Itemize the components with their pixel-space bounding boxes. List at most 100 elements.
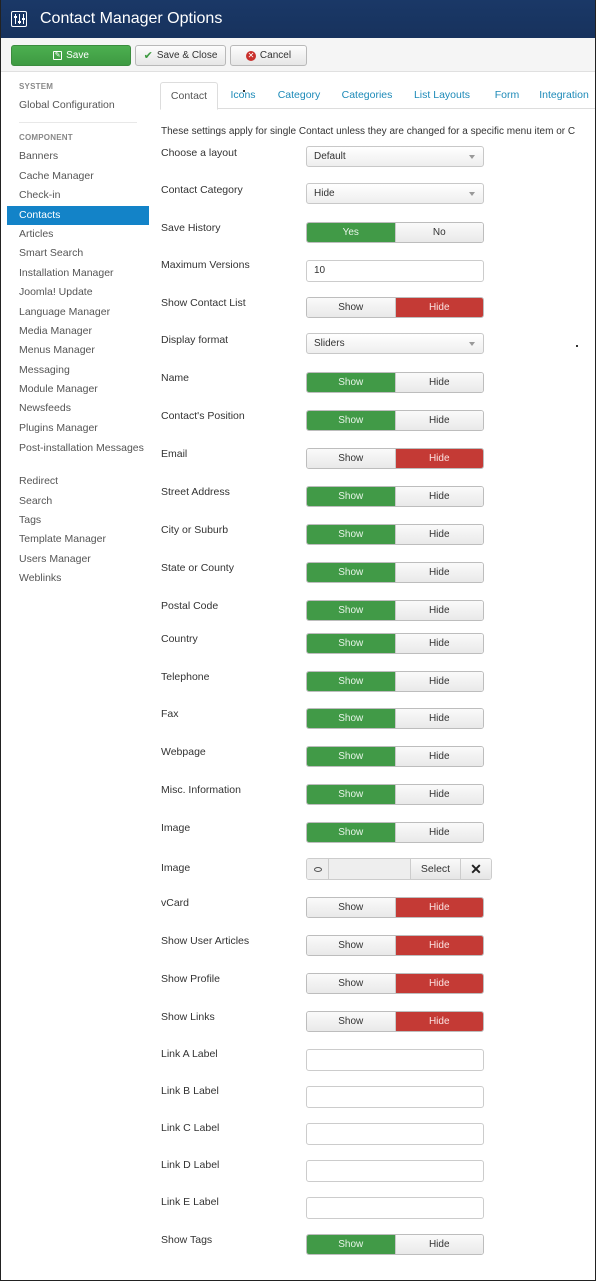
toggle-option-hide[interactable]: Hide (394, 298, 483, 317)
toggle-option-show[interactable]: Show (307, 709, 395, 728)
link-d-label-input[interactable] (306, 1160, 484, 1182)
sidebar-item-plugins-manager[interactable]: Plugins Manager (7, 419, 149, 438)
tab-list-layouts[interactable]: List Layouts (404, 82, 480, 109)
toggle-option-show[interactable]: Show (307, 634, 395, 653)
field-label: Contact Category (161, 184, 243, 196)
toggle-option-show[interactable]: Show (307, 936, 395, 955)
toggle-option-hide[interactable]: Hide (394, 898, 483, 917)
sidebar-item-articles[interactable]: Articles (7, 225, 149, 244)
toggle-option-show[interactable]: Show (307, 601, 395, 620)
select-image-button[interactable]: Select (410, 859, 460, 879)
toggle-option-hide[interactable]: Hide (394, 936, 483, 955)
tab-categories[interactable]: Categories (334, 82, 400, 109)
sidebar-item-global-configuration[interactable]: Global Configuration (7, 96, 149, 115)
sidebar-item-cache-manager[interactable]: Cache Manager (7, 167, 149, 186)
sidebar-item-users-manager[interactable]: Users Manager (7, 550, 149, 569)
toggle-option-show[interactable]: Show (307, 785, 395, 804)
toggle-option-show[interactable]: Show (307, 974, 395, 993)
sidebar-item-newsfeeds[interactable]: Newsfeeds (7, 399, 149, 418)
sidebar-item-banners[interactable]: Banners (7, 147, 149, 166)
tab-category[interactable]: Category (266, 82, 332, 109)
link-a-label-input[interactable] (306, 1049, 484, 1071)
choose-a-layout-select[interactable]: Default (306, 146, 484, 167)
toggle-option-hide[interactable]: Hide (394, 487, 483, 506)
telephone-toggle: Show Hide (306, 671, 484, 692)
toggle-option-hide[interactable]: Hide (394, 974, 483, 993)
toggle-option-no[interactable]: No (394, 223, 483, 242)
field-label: Country (161, 633, 198, 645)
eye-preview-icon[interactable] (307, 859, 329, 879)
sidebar-item-check-in[interactable]: Check-in (7, 186, 149, 205)
toggle-option-hide[interactable]: Hide (394, 449, 483, 468)
image-path-input[interactable] (329, 859, 410, 879)
toggle-option-hide[interactable]: Hide (394, 823, 483, 842)
toggle-option-hide[interactable]: Hide (394, 709, 483, 728)
toggle-option-show[interactable]: Show (307, 411, 395, 430)
field-label: Image (161, 862, 191, 874)
show-links-toggle: Show Hide (306, 1011, 484, 1032)
toggle-option-hide[interactable]: Hide (394, 634, 483, 653)
select-value: Hide (314, 188, 335, 199)
save-close-button[interactable]: ✔ Save & Close (135, 45, 226, 66)
tab-contact[interactable]: Contact (160, 82, 218, 110)
toggle-option-show[interactable]: Show (307, 563, 395, 582)
sidebar-item-post-installation-messages[interactable]: Post-installation Messages (7, 438, 149, 472)
sidebar-item-weblinks[interactable]: Weblinks (7, 569, 149, 588)
field-label: Street Address (161, 486, 230, 498)
intro-text: These settings apply for single Contact … (161, 126, 576, 137)
link-e-label-input[interactable] (306, 1197, 484, 1219)
toggle-option-show[interactable]: Show (307, 525, 395, 544)
sidebar-item-menus-manager[interactable]: Menus Manager (7, 341, 149, 360)
toggle-option-hide[interactable]: Hide (394, 525, 483, 544)
sidebar-item-template-manager[interactable]: Template Manager (7, 530, 149, 549)
sidebar-item-module-manager[interactable]: Module Manager (7, 380, 149, 399)
sidebar-item-media-manager[interactable]: Media Manager (7, 322, 149, 341)
toggle-option-hide[interactable]: Hide (394, 672, 483, 691)
sidebar-item-language-manager[interactable]: Language Manager (7, 303, 149, 322)
toggle-option-show[interactable]: Show (307, 373, 395, 392)
toggle-option-hide[interactable]: Hide (394, 373, 483, 392)
sidebar-item-messaging[interactable]: Messaging (7, 361, 149, 380)
toggle-option-show[interactable]: Show (307, 898, 395, 917)
toggle-option-show[interactable]: Show (307, 449, 395, 468)
toggle-option-hide[interactable]: Hide (394, 563, 483, 582)
save-button[interactable]: ✎ Save (11, 45, 131, 66)
link-b-label-input[interactable] (306, 1086, 484, 1108)
toggle-option-yes[interactable]: Yes (307, 223, 395, 242)
tab-integration[interactable]: Integration (530, 82, 596, 109)
toggle-option-show[interactable]: Show (307, 672, 395, 691)
sidebar-item-smart-search[interactable]: Smart Search (7, 244, 149, 263)
toggle-option-show[interactable]: Show (307, 823, 395, 842)
toggle-option-show[interactable]: Show (307, 487, 395, 506)
toggle-option-show[interactable]: Show (307, 1235, 395, 1254)
toggle-option-hide[interactable]: Hide (394, 411, 483, 430)
link-c-label-input[interactable] (306, 1123, 484, 1145)
sidebar-item-redirect[interactable]: Redirect (7, 472, 149, 491)
clear-x-icon[interactable]: ✕ (460, 859, 491, 879)
sidebar-item-tags[interactable]: Tags (7, 511, 149, 530)
cancel-button[interactable]: ✕ Cancel (230, 45, 307, 66)
toggle-option-hide[interactable]: Hide (394, 601, 483, 620)
toggle-option-hide[interactable]: Hide (394, 1012, 483, 1031)
toggle-option-hide[interactable]: Hide (394, 747, 483, 766)
sidebar-item-joomla-update[interactable]: Joomla! Update (7, 283, 149, 302)
toggle-option-show[interactable]: Show (307, 298, 395, 317)
page-header: Contact Manager Options (0, 0, 596, 38)
toggle-option-show[interactable]: Show (307, 1012, 395, 1031)
sidebar-item-contacts[interactable]: Contacts (7, 205, 149, 225)
tab-icons[interactable]: Icons (222, 82, 264, 109)
chevron-down-icon (469, 155, 475, 159)
save-label: Save (66, 50, 89, 61)
display-format-select[interactable]: Sliders (306, 333, 484, 354)
toggle-option-show[interactable]: Show (307, 747, 395, 766)
toggle-option-hide[interactable]: Hide (394, 785, 483, 804)
contact-category-select[interactable]: Hide (306, 183, 484, 204)
tab-form[interactable]: Form (486, 82, 528, 109)
toggle-option-hide[interactable]: Hide (394, 1235, 483, 1254)
sidebar-item-search[interactable]: Search (7, 492, 149, 511)
sidebar-heading-component: COMPONENT (19, 133, 73, 143)
sidebar-heading-system: SYSTEM (19, 82, 54, 91)
sidebar-item-installation-manager[interactable]: Installation Manager (7, 264, 149, 283)
field-label: Show Profile (161, 973, 220, 985)
maximum-versions-input[interactable]: 10 (306, 260, 484, 282)
